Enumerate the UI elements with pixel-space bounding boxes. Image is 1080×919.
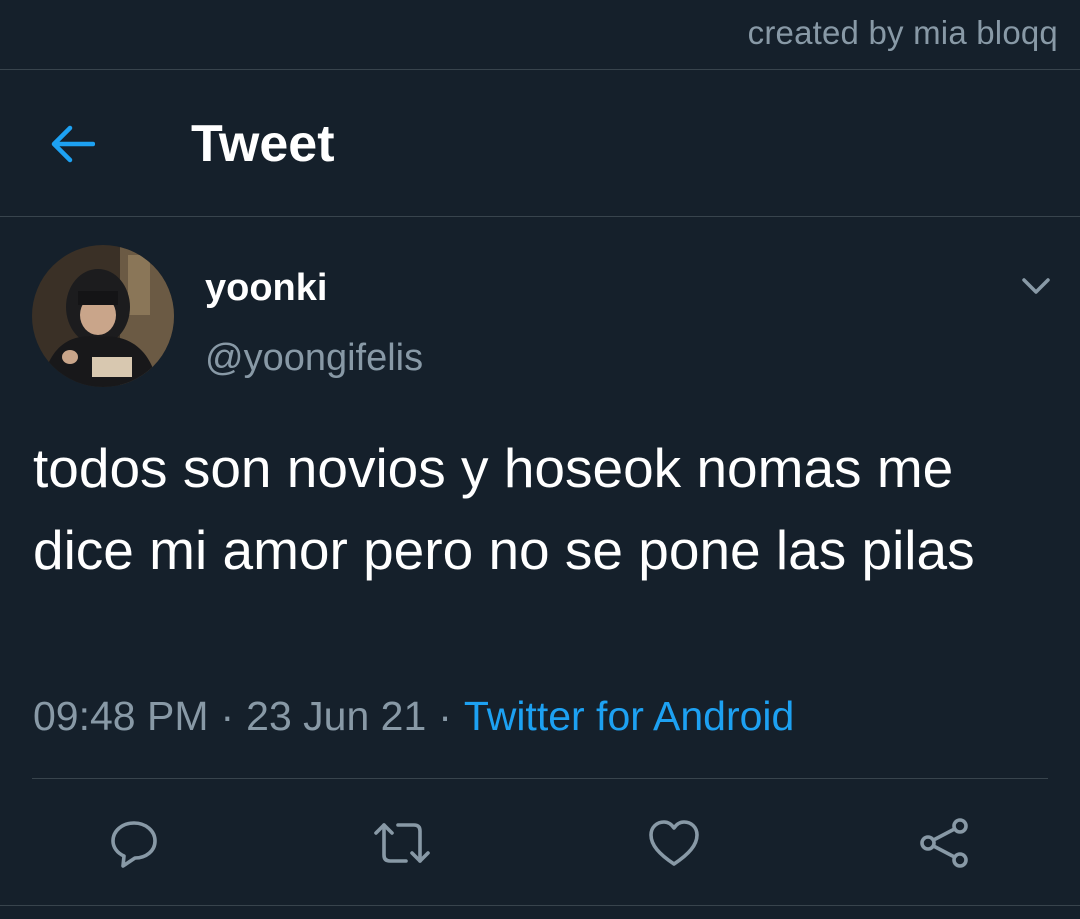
tweet-date: 23 Jun 21 xyxy=(246,693,427,739)
meta-separator: · xyxy=(220,693,235,739)
tweet-options-button[interactable] xyxy=(1016,268,1056,304)
meta-separator: · xyxy=(438,693,452,739)
header-divider xyxy=(0,216,1080,217)
tweet-time: 09:48 PM xyxy=(33,693,209,739)
back-button[interactable] xyxy=(44,116,100,172)
watermark-text: created by mia bloqq xyxy=(747,14,1058,51)
tweet-metadata: 09:48 PM · 23 Jun 21 · Twitter for Android xyxy=(33,693,794,740)
like-button[interactable] xyxy=(644,813,704,873)
share-icon xyxy=(920,818,968,868)
author-display-name[interactable]: yoonki xyxy=(205,267,327,310)
share-button[interactable] xyxy=(914,813,974,873)
avatar-image xyxy=(32,245,174,387)
reply-icon xyxy=(111,821,157,868)
bottom-divider xyxy=(0,905,1080,906)
author-handle[interactable]: @yoongifelis xyxy=(205,337,423,380)
reply-button[interactable] xyxy=(104,813,164,873)
tweet-action-bar xyxy=(0,805,1080,875)
chevron-down-icon xyxy=(1022,278,1050,294)
arrow-left-icon xyxy=(51,125,95,163)
retweet-icon xyxy=(374,823,430,863)
retweet-button[interactable] xyxy=(372,813,432,873)
page-title: Tweet xyxy=(191,115,335,173)
avatar[interactable] xyxy=(32,245,174,387)
tweet-text: todos son novios y hoseok nomas me dice … xyxy=(33,437,975,581)
heart-icon xyxy=(649,820,699,866)
tweet-source-link[interactable]: Twitter for Android xyxy=(464,693,794,739)
tweet-header: Tweet xyxy=(0,70,1080,216)
actions-divider xyxy=(32,778,1048,779)
